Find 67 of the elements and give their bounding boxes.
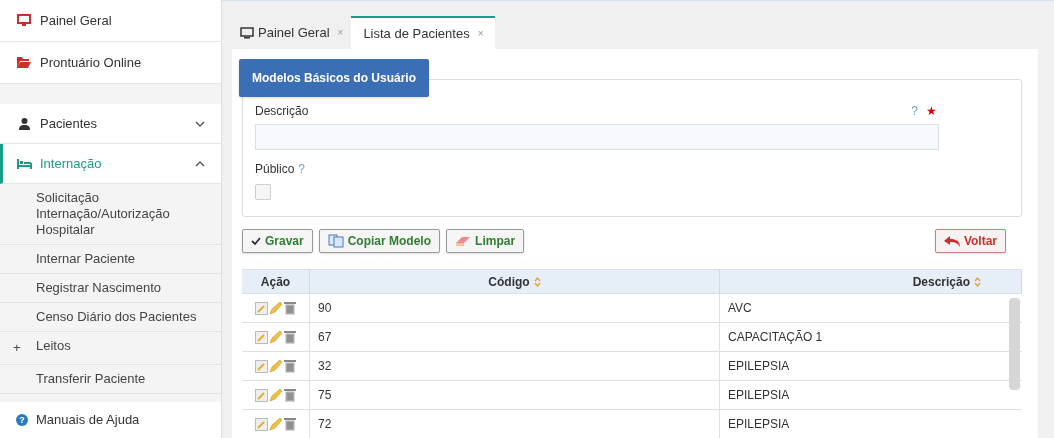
check-icon (251, 237, 261, 245)
input-field[interactable] (255, 124, 939, 150)
submenu-item[interactable]: Internar Paciente (0, 245, 221, 274)
section-title: Modelos Básicos do Usuário (239, 59, 430, 97)
submenu-item[interactable]: Registrar Nascimento (0, 274, 221, 303)
table-cell: 90 (310, 294, 720, 322)
action-button[interactable]: Limpar (446, 229, 525, 253)
required-icon: ★ (926, 102, 937, 120)
monitor-icon (17, 14, 31, 27)
field-label: Público (255, 161, 295, 178)
table-cell-text: EPILEPSIA (727, 358, 791, 375)
pencil-icon[interactable] (269, 359, 283, 373)
sidebar-item[interactable]: Pacientes (0, 104, 221, 144)
eraser-icon (455, 235, 472, 247)
table-cell: 75 (310, 381, 720, 409)
sidebar-item[interactable]: Painel Geral (0, 0, 221, 42)
folder-icon (17, 57, 31, 68)
trash-icon[interactable] (284, 330, 296, 344)
sidebar-item[interactable]: ? Manuais de Ajuda (0, 402, 221, 438)
scrollbar[interactable] (1009, 298, 1020, 390)
table-cell: 67 (310, 323, 720, 351)
pencil-icon[interactable] (269, 301, 283, 315)
column-header[interactable]: Descrição (720, 270, 1022, 293)
edit-note-icon[interactable] (255, 388, 268, 402)
table-cell: 72 (310, 410, 720, 438)
submenu-item[interactable]: Transferir Paciente (0, 364, 221, 394)
sidebar-item[interactable]: Prontuário Online (0, 42, 221, 84)
copy-icon (327, 234, 344, 248)
pencil-icon[interactable] (269, 417, 283, 431)
sidebar-item[interactable]: Internação (0, 144, 221, 184)
table-cell-text: CAPACITAÇÃO 1 (727, 329, 824, 346)
return-arrow-icon (943, 235, 960, 247)
edit-note-icon[interactable] (255, 330, 268, 344)
edit-note-icon[interactable] (255, 417, 268, 431)
back-button[interactable]: Voltar (934, 229, 1006, 253)
action-button[interactable]: Copiar Modelo (318, 229, 441, 253)
user-icon (18, 117, 30, 130)
edit-note-icon[interactable] (255, 359, 268, 373)
table-cell-text: AVC (727, 300, 753, 317)
submenu-item[interactable]: Solicitação Internação/Autorização Hospitalar (0, 184, 221, 245)
field-label: Descrição (255, 103, 310, 120)
tab[interactable]: Painel Geral × (232, 16, 352, 49)
pencil-icon[interactable] (269, 330, 283, 344)
tab[interactable]: Lista de Pacientes × (351, 16, 496, 49)
table-cell: 32 (310, 352, 720, 380)
bed-icon (16, 158, 32, 169)
help-icon: ? (298, 160, 306, 178)
edit-note-icon[interactable] (255, 301, 268, 315)
help-icon: ? (16, 414, 28, 426)
monitor-icon (240, 26, 254, 39)
chevron-up-icon (195, 160, 205, 167)
checkbox[interactable] (255, 184, 271, 200)
column-header[interactable]: Ação (242, 270, 310, 293)
table-cell-text: EPILEPSIA (727, 416, 791, 433)
chevron-down-icon (195, 120, 205, 127)
column-header[interactable]: Código (310, 270, 720, 293)
plus-sign: + (13, 340, 21, 355)
trash-icon[interactable] (284, 301, 296, 315)
action-button[interactable]: Gravar (242, 229, 313, 253)
trash-icon[interactable] (284, 417, 296, 431)
submenu-item[interactable]: + Leitos (0, 332, 221, 365)
trash-icon[interactable] (284, 388, 296, 402)
table-cell-text: EPILEPSIA (727, 387, 791, 404)
help-icon: ? (911, 102, 918, 120)
submenu-item[interactable]: Censo Diário dos Pacientes (0, 303, 221, 332)
trash-icon[interactable] (284, 359, 296, 373)
pencil-icon[interactable] (269, 388, 283, 402)
